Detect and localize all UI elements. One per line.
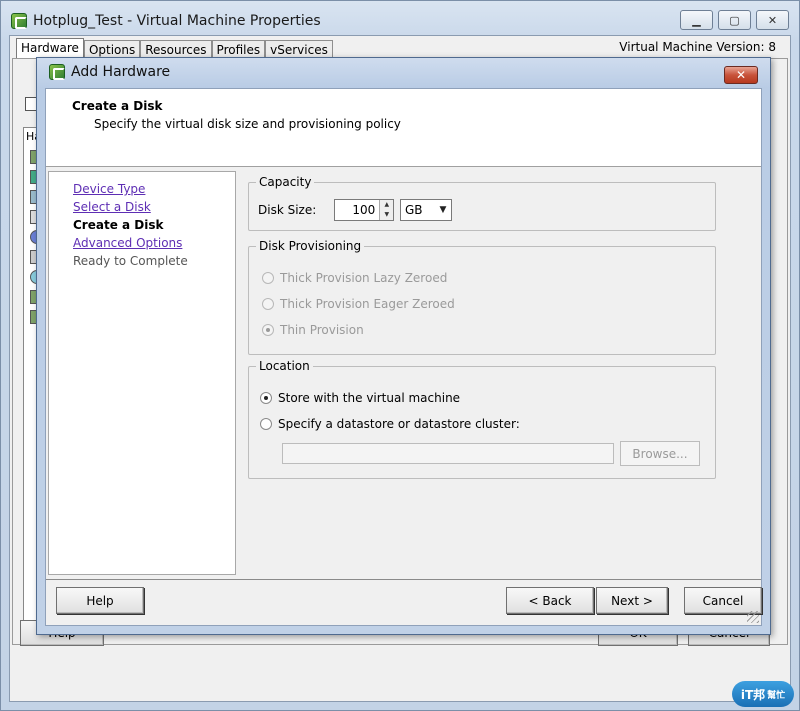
unit-row: GB ▼ bbox=[400, 199, 452, 221]
dialog-close-button[interactable]: ✕ bbox=[724, 66, 758, 84]
store-with-vm-option[interactable]: Store with the virtual machine bbox=[260, 391, 460, 405]
unit-value: GB bbox=[405, 203, 423, 217]
ithome-watermark-logo: iT邦 幫忙 bbox=[732, 681, 794, 707]
thick-lazy-option: Thick Provision Lazy Zeroed bbox=[262, 271, 447, 285]
thick-eager-radio bbox=[262, 298, 274, 310]
provisioning-legend: Disk Provisioning bbox=[259, 239, 362, 253]
spin-up-icon[interactable]: ▲ bbox=[380, 200, 394, 210]
step-create-a-disk: Create a Disk bbox=[73, 218, 164, 232]
window-controls: ▁ ▢ ✕ bbox=[680, 10, 789, 30]
dialog-body: Create a Disk Specify the virtual disk s… bbox=[45, 88, 762, 626]
datastore-path-field bbox=[282, 443, 614, 464]
store-with-vm-label[interactable]: Store with the virtual machine bbox=[278, 391, 460, 405]
spin-down-icon[interactable]: ▼ bbox=[380, 210, 394, 220]
minimize-icon: ▁ bbox=[692, 13, 701, 27]
thick-lazy-label: Thick Provision Lazy Zeroed bbox=[280, 271, 448, 285]
disk-size-spinner[interactable]: 100 ▲ ▼ bbox=[334, 199, 395, 221]
footer-divider bbox=[46, 579, 761, 580]
specify-datastore-radio[interactable] bbox=[260, 418, 272, 430]
wizard-header: Create a Disk Specify the virtual disk s… bbox=[46, 89, 761, 167]
browse-button: Browse... bbox=[620, 441, 700, 466]
watermark-subtext: 幫忙 bbox=[767, 690, 786, 701]
tab-hardware[interactable]: Hardware bbox=[16, 38, 84, 59]
window-title-bar: Hotplug_Test - Virtual Machine Propertie… bbox=[11, 9, 321, 33]
close-icon: ✕ bbox=[735, 68, 747, 82]
location-legend: Location bbox=[259, 359, 310, 373]
minimize-button[interactable]: ▁ bbox=[680, 10, 713, 30]
chevron-down-icon[interactable]: ▼ bbox=[435, 200, 451, 220]
wizard-steps-panel: Device Type Select a Disk Create a Disk … bbox=[48, 171, 236, 575]
next-button[interactable]: Next > bbox=[596, 587, 668, 614]
thin-provision-label: Thin Provision bbox=[280, 323, 364, 337]
wizard-content: Capacity Disk Size: 100 ▲ ▼ GB ▼ Disk Pr… bbox=[248, 171, 728, 575]
tab-strip: Hardware Options Resources Profiles vSer… bbox=[16, 38, 333, 59]
help-button[interactable]: Help bbox=[56, 587, 144, 614]
watermark-text: iT邦 bbox=[740, 687, 766, 702]
disk-size-unit-select[interactable]: GB ▼ bbox=[400, 199, 452, 221]
maximize-icon: ▢ bbox=[729, 13, 740, 27]
disk-size-label: Disk Size: bbox=[258, 203, 317, 217]
resize-grip-icon[interactable] bbox=[747, 611, 759, 623]
vmware-logo-icon bbox=[49, 64, 65, 80]
vmware-logo-icon bbox=[11, 13, 27, 29]
spinner-buttons[interactable]: ▲ ▼ bbox=[379, 200, 394, 220]
window-title: Hotplug_Test - Virtual Machine Propertie… bbox=[33, 13, 321, 29]
step-advanced-options[interactable]: Advanced Options bbox=[73, 236, 182, 250]
thin-provision-radio bbox=[262, 324, 274, 336]
maximize-button[interactable]: ▢ bbox=[718, 10, 751, 30]
capacity-legend: Capacity bbox=[259, 175, 312, 189]
thick-eager-option: Thick Provision Eager Zeroed bbox=[262, 297, 455, 311]
disk-size-row: Disk Size: 100 ▲ ▼ bbox=[258, 199, 395, 221]
wizard-page-title: Create a Disk bbox=[72, 99, 163, 113]
vm-version-label: Virtual Machine Version: 8 bbox=[619, 40, 776, 54]
store-with-vm-radio[interactable] bbox=[260, 392, 272, 404]
specify-datastore-label[interactable]: Specify a datastore or datastore cluster… bbox=[278, 417, 520, 431]
disk-size-value[interactable]: 100 bbox=[335, 203, 379, 217]
add-hardware-dialog: Add Hardware ✕ Create a Disk Specify the… bbox=[36, 57, 771, 635]
step-device-type[interactable]: Device Type bbox=[73, 182, 145, 196]
dialog-title-bar: Add Hardware bbox=[49, 64, 170, 80]
cancel-button[interactable]: Cancel bbox=[684, 587, 762, 614]
thick-eager-label: Thick Provision Eager Zeroed bbox=[280, 297, 455, 311]
step-select-a-disk[interactable]: Select a Disk bbox=[73, 200, 151, 214]
dialog-title: Add Hardware bbox=[71, 64, 171, 80]
close-window-button[interactable]: ✕ bbox=[756, 10, 789, 30]
specify-datastore-option[interactable]: Specify a datastore or datastore cluster… bbox=[260, 417, 520, 431]
thin-provision-option: Thin Provision bbox=[262, 323, 364, 337]
back-button[interactable]: < Back bbox=[506, 587, 594, 614]
thick-lazy-radio bbox=[262, 272, 274, 284]
step-ready-to-complete: Ready to Complete bbox=[73, 254, 188, 268]
close-icon: ✕ bbox=[767, 13, 778, 27]
wizard-page-subtitle: Specify the virtual disk size and provis… bbox=[94, 117, 401, 131]
